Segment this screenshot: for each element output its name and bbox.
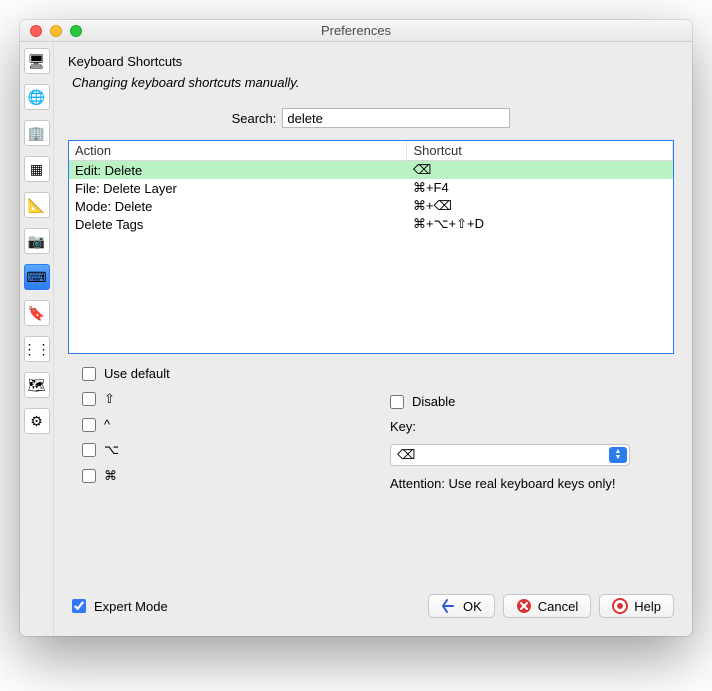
cell-shortcut: ⌘+⌫ bbox=[407, 197, 673, 215]
display-icon: 🖥 bbox=[28, 53, 46, 70]
expert-mode-checkbox[interactable] bbox=[72, 599, 86, 613]
titlebar: Preferences bbox=[20, 20, 692, 42]
cell-action: Delete Tags bbox=[69, 215, 407, 233]
ok-button[interactable]: OK bbox=[428, 594, 495, 618]
col-header-action[interactable]: Action bbox=[69, 141, 407, 161]
search-row: Search: bbox=[68, 108, 674, 128]
panel-title: Keyboard Shortcuts bbox=[68, 54, 674, 69]
expert-mode-label: Expert Mode bbox=[94, 599, 168, 614]
shift-label: ⇧ bbox=[104, 391, 115, 407]
cancel-button-label: Cancel bbox=[538, 599, 578, 614]
meta-label: ⌘ bbox=[104, 468, 117, 484]
modifier-options: Use default ⇧ ^ ⌥ bbox=[68, 366, 674, 491]
cancel-icon bbox=[516, 598, 532, 614]
cancel-button[interactable]: Cancel bbox=[503, 594, 591, 618]
sidebar-item-display[interactable]: 🖥 bbox=[24, 48, 50, 74]
shortcuts-table[interactable]: Action Shortcut Edit: Delete⌫File: Delet… bbox=[68, 140, 674, 354]
cell-action: File: Delete Layer bbox=[69, 179, 407, 197]
use-default-label: Use default bbox=[104, 366, 170, 381]
help-icon bbox=[612, 598, 628, 614]
camera-icon: 📷 bbox=[28, 233, 45, 250]
ok-button-label: OK bbox=[463, 599, 482, 614]
meta-row: ⌘ bbox=[82, 468, 360, 484]
help-button[interactable]: Help bbox=[599, 594, 674, 618]
chevron-updown-icon: ▲▼ bbox=[609, 447, 627, 463]
table-row[interactable]: Delete Tags⌘+⌥+⇧+D bbox=[69, 215, 673, 233]
disable-label: Disable bbox=[412, 394, 455, 409]
content-pane: Keyboard Shortcuts Changing keyboard sho… bbox=[54, 42, 692, 636]
preferences-window: Preferences 🖥 🌐 🏢 ▦ 📐 📷 ⌨ 🔖 ⋮⋮ 🗺 ⚙ Keyboard Shortc… bbox=[20, 20, 692, 636]
table-row[interactable]: Mode: Delete⌘+⌫ bbox=[69, 197, 673, 215]
disable-checkbox[interactable] bbox=[390, 395, 404, 409]
ruler-icon: 📐 bbox=[28, 197, 45, 214]
use-default-checkbox[interactable] bbox=[82, 367, 96, 381]
alt-row: ⌥ bbox=[82, 442, 360, 458]
cell-shortcut: ⌘+⌥+⇧+D bbox=[407, 215, 673, 233]
nodes-icon: ⋮⋮ bbox=[23, 341, 51, 358]
shift-row: ⇧ bbox=[82, 391, 360, 407]
ok-icon bbox=[441, 598, 457, 614]
advanced-icon: ⚙ bbox=[30, 413, 43, 430]
ctrl-checkbox[interactable] bbox=[82, 418, 96, 432]
globe-icon: 🌐 bbox=[28, 89, 45, 106]
sidebar-item-grid[interactable]: ▦ bbox=[24, 156, 50, 182]
attention-text: Attention: Use real keyboard keys only! bbox=[390, 476, 668, 491]
alt-checkbox[interactable] bbox=[82, 443, 96, 457]
cell-shortcut: ⌘+F4 bbox=[407, 179, 673, 197]
map-icon: 🗺 bbox=[28, 377, 46, 394]
grid-icon: ▦ bbox=[30, 161, 43, 178]
key-select[interactable]: ⌫ ▲▼ bbox=[390, 444, 630, 466]
window-title: Preferences bbox=[20, 23, 692, 38]
key-select-value: ⌫ bbox=[397, 447, 415, 463]
expert-mode-row: Expert Mode bbox=[72, 599, 168, 614]
footer: Expert Mode OK Cancel bbox=[54, 582, 692, 636]
table-row[interactable]: File: Delete Layer⌘+F4 bbox=[69, 179, 673, 197]
ctrl-label: ^ bbox=[104, 417, 110, 432]
sidebar-item-ruler[interactable]: 📐 bbox=[24, 192, 50, 218]
sidebar-item-advanced[interactable]: ⚙ bbox=[24, 408, 50, 434]
ctrl-row: ^ bbox=[82, 417, 360, 432]
panel-description: Changing keyboard shortcuts manually. bbox=[72, 75, 674, 90]
sidebar-item-nodes[interactable]: ⋮⋮ bbox=[24, 336, 50, 362]
key-label: Key: bbox=[390, 419, 668, 434]
search-label: Search: bbox=[232, 111, 277, 126]
cell-shortcut: ⌫ bbox=[407, 161, 673, 180]
col-header-shortcut[interactable]: Shortcut bbox=[407, 141, 673, 161]
sidebar-item-tag[interactable]: 🔖 bbox=[24, 300, 50, 326]
keyboard-icon: ⌨ bbox=[26, 269, 46, 286]
table-header-row: Action Shortcut bbox=[69, 141, 673, 161]
sidebar-item-globe[interactable]: 🌐 bbox=[24, 84, 50, 110]
tag-icon: 🔖 bbox=[28, 305, 45, 322]
meta-checkbox[interactable] bbox=[82, 469, 96, 483]
search-input[interactable] bbox=[282, 108, 510, 128]
cell-action: Mode: Delete bbox=[69, 197, 407, 215]
sidebar-item-keyboard[interactable]: ⌨ bbox=[24, 264, 50, 290]
help-button-label: Help bbox=[634, 599, 661, 614]
use-default-row: Use default bbox=[82, 366, 360, 381]
sidebar-item-building[interactable]: 🏢 bbox=[24, 120, 50, 146]
cell-action: Edit: Delete bbox=[69, 161, 407, 180]
table-row[interactable]: Edit: Delete⌫ bbox=[69, 161, 673, 180]
sidebar-item-map[interactable]: 🗺 bbox=[24, 372, 50, 398]
alt-label: ⌥ bbox=[104, 442, 119, 458]
shift-checkbox[interactable] bbox=[82, 392, 96, 406]
category-sidebar: 🖥 🌐 🏢 ▦ 📐 📷 ⌨ 🔖 ⋮⋮ 🗺 ⚙ bbox=[20, 42, 54, 636]
sidebar-item-camera[interactable]: 📷 bbox=[24, 228, 50, 254]
disable-row: Disable bbox=[390, 394, 668, 409]
building-icon: 🏢 bbox=[28, 125, 45, 142]
